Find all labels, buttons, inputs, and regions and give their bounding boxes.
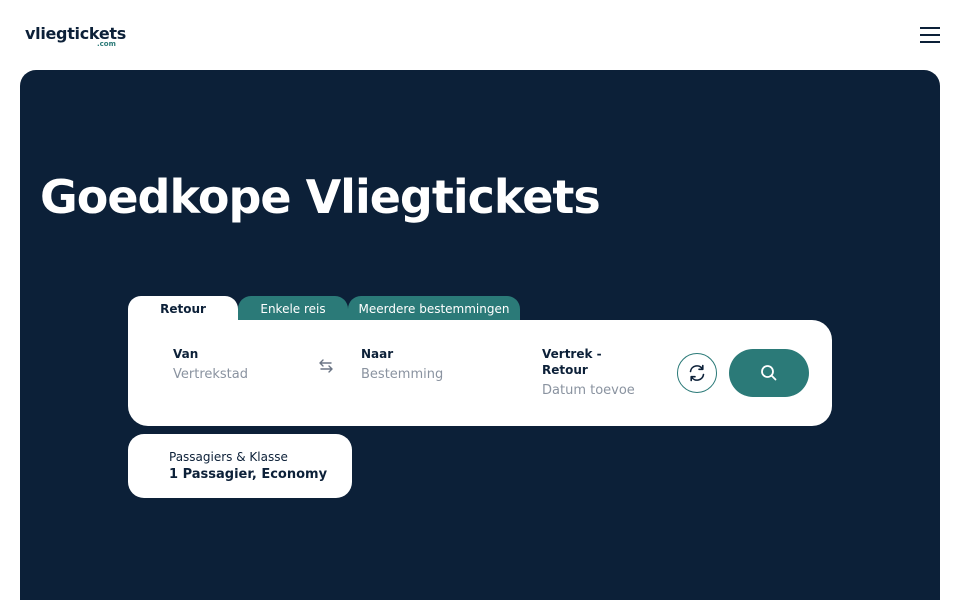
search-button[interactable] bbox=[729, 349, 809, 397]
refresh-button[interactable] bbox=[677, 353, 717, 393]
refresh-icon bbox=[689, 364, 705, 382]
tab-enkele-reis[interactable]: Enkele reis bbox=[238, 296, 348, 322]
dates-label-line1: Vertrek - bbox=[542, 347, 602, 361]
logo-domain: .com bbox=[97, 40, 116, 48]
site-logo[interactable]: vliegtickets .com bbox=[25, 24, 126, 48]
swap-arrows-icon[interactable] bbox=[317, 357, 335, 375]
search-icon bbox=[761, 365, 777, 381]
search-form: Van Vertrekstad Naar Bestemming Vertrek … bbox=[128, 320, 832, 426]
tab-retour[interactable]: Retour bbox=[128, 296, 238, 322]
origin-label: Van bbox=[173, 347, 199, 361]
origin-placeholder: Vertrekstad bbox=[173, 367, 248, 382]
dates-label-line2: Retour bbox=[542, 363, 588, 377]
passengers-label: Passagiers & Klasse bbox=[169, 450, 288, 464]
passengers-class-selector[interactable]: Passagiers & Klasse 1 Passagier, Economy bbox=[128, 434, 352, 498]
site-header: vliegtickets .com bbox=[0, 0, 960, 70]
destination-label: Naar bbox=[361, 347, 394, 361]
passengers-value: 1 Passagier, Economy bbox=[169, 467, 328, 482]
origin-field[interactable]: Van Vertrekstad bbox=[173, 346, 303, 384]
dates-placeholder: Datum toevoe bbox=[542, 383, 635, 398]
destination-field[interactable]: Naar Bestemming bbox=[361, 346, 511, 384]
hamburger-menu-icon[interactable] bbox=[918, 26, 942, 46]
dates-field[interactable]: Vertrek - Retour Datum toevoe bbox=[542, 346, 637, 400]
hero-title: Goedkope Vliegtickets bbox=[40, 170, 601, 224]
tab-meerdere-bestemmingen[interactable]: Meerdere bestemmingen bbox=[348, 296, 520, 322]
destination-placeholder: Bestemming bbox=[361, 367, 444, 382]
